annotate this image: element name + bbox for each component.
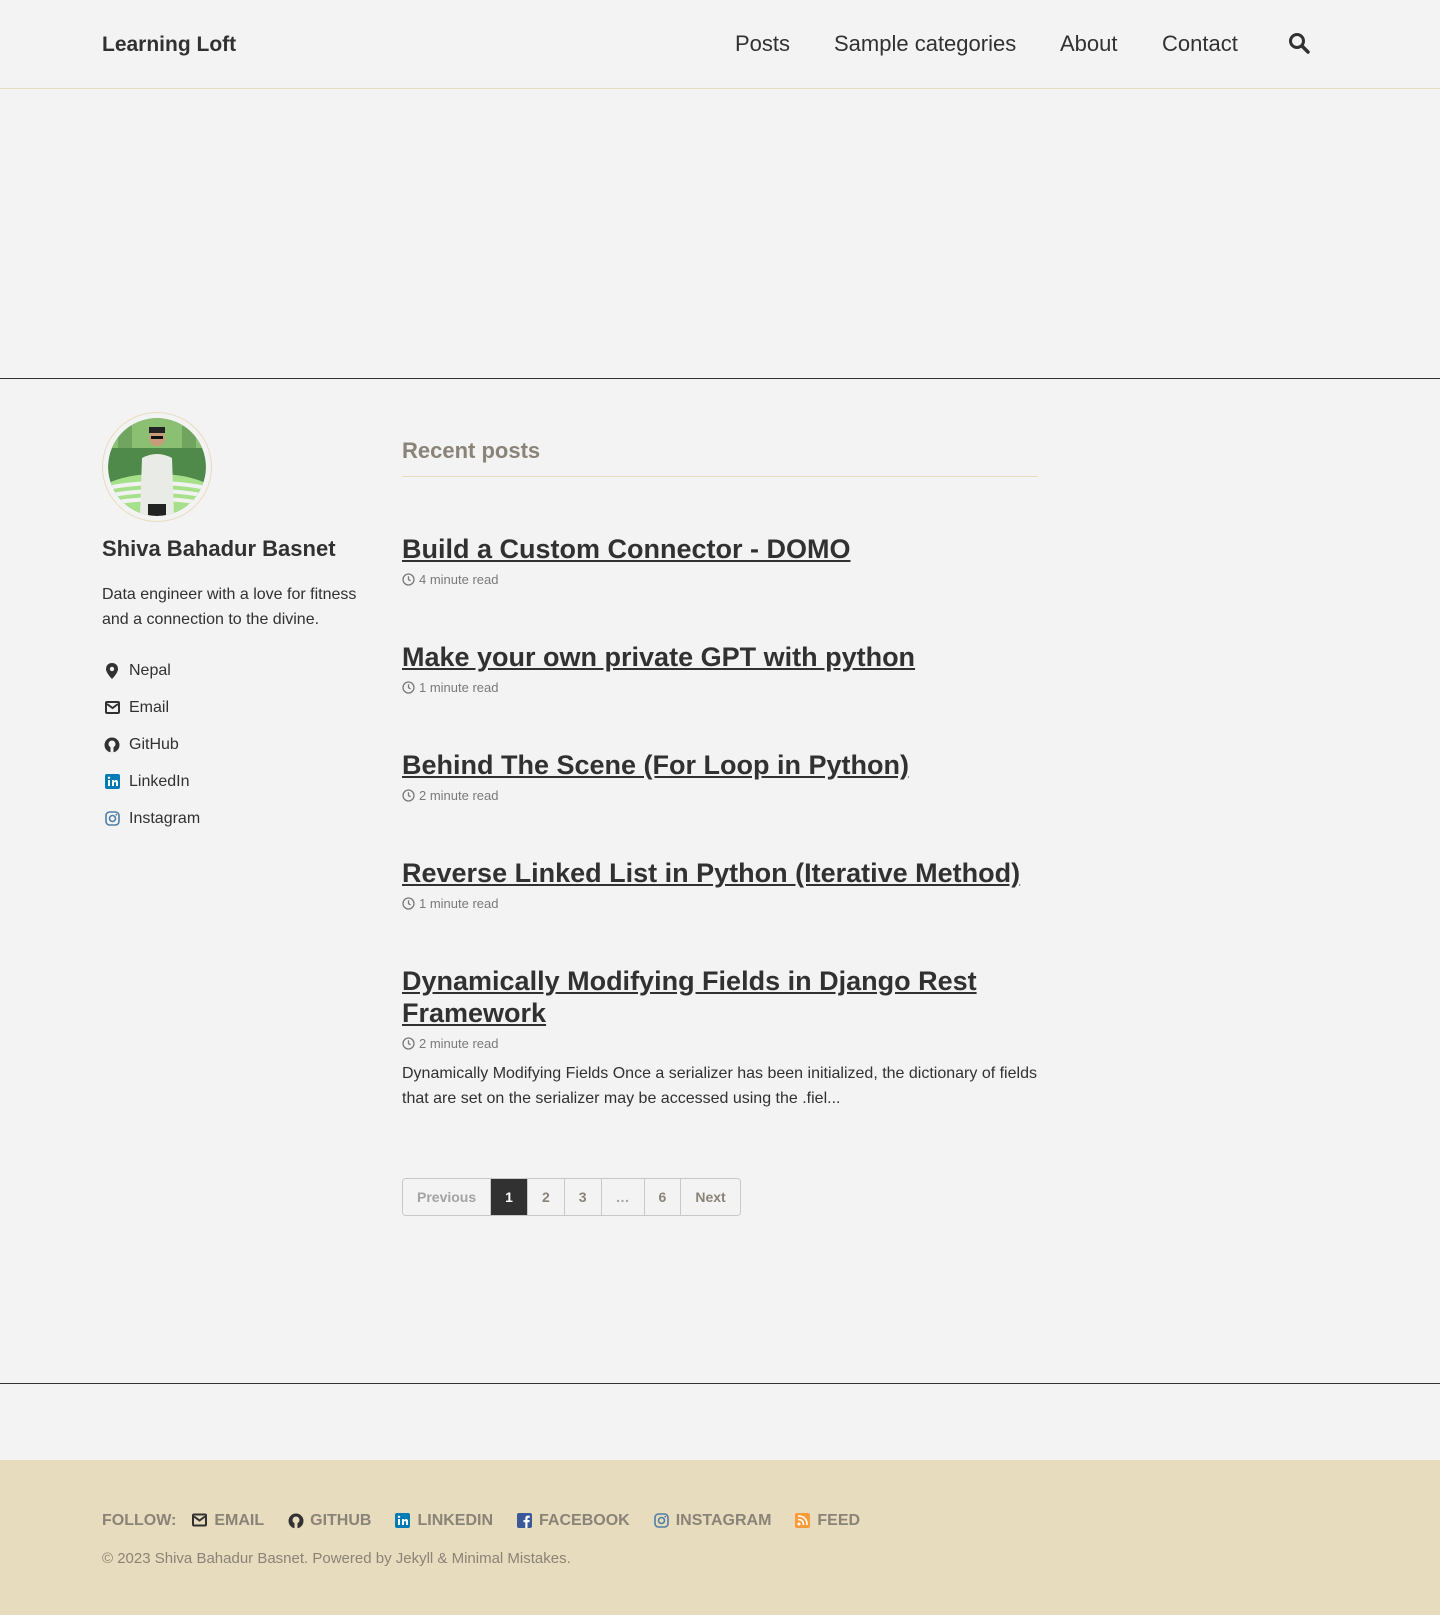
instagram-icon [102,809,122,829]
post-meta: 1 minute read [402,896,1038,911]
post-read-time: 2 minute read [419,788,499,803]
post-title-link[interactable]: Make your own private GPT with python [402,641,1038,673]
author-links: Nepal Email GitHub LinkedIn Instagram [102,652,372,837]
rss-icon [795,1513,811,1529]
post-read-time: 1 minute read [419,896,499,911]
hero-area [0,89,1440,379]
post-read-time: 2 minute read [419,1036,499,1051]
author-link-email[interactable]: Email [102,689,372,726]
nav-item-about[interactable]: About [1060,31,1118,57]
envelope-icon [102,698,122,718]
facebook-icon [517,1513,533,1529]
footer-follow: FOLLOW: EMAIL GITHUB LINKEDIN FACEBOOK I… [102,1512,884,1530]
clock-icon [402,681,415,694]
post-meta: 4 minute read [402,572,1038,587]
footer-link-github-label: GITHUB [310,1512,372,1529]
envelope-icon [192,1513,208,1529]
post-item: Make your own private GPT with python 1 … [402,641,1038,695]
clock-icon [402,789,415,802]
nav-item-posts[interactable]: Posts [735,31,790,57]
footer-link-linkedin-label: LINKEDIN [417,1512,494,1529]
author-link-email-label[interactable]: Email [129,699,169,717]
footer-link-feed[interactable]: FEED [795,1512,860,1530]
section-title: Recent posts [402,438,1038,477]
main-nav: Posts Sample categories About Contact [0,31,1440,61]
linkedin-icon [395,1513,411,1529]
pagination-page-2[interactable]: 2 [527,1179,565,1215]
footer-link-facebook-label: FACEBOOK [539,1512,630,1529]
post-read-time: 1 minute read [419,680,499,695]
post-excerpt: Dynamically Modifying Fields Once a seri… [402,1065,1037,1107]
search-button[interactable] [1285,30,1313,58]
follow-label: FOLLOW: [102,1512,177,1529]
clock-icon [402,573,415,586]
author-link-instagram-label[interactable]: Instagram [129,810,200,828]
linkedin-icon [102,772,122,792]
author-link-github[interactable]: GitHub [102,726,372,763]
pagination: Previous 1 2 3 … 6 Next [402,1178,741,1216]
author-sidebar: Shiva Bahadur Basnet Data engineer with … [102,412,372,837]
post-item: Reverse Linked List in Python (Iterative… [402,857,1038,911]
post-title-link[interactable]: Behind The Scene (For Loop in Python) [402,749,1038,781]
footer-link-email-label: EMAIL [214,1512,265,1529]
author-link-linkedin-label[interactable]: LinkedIn [129,773,190,791]
instagram-icon [653,1513,670,1529]
footer-link-email[interactable]: EMAIL [192,1512,264,1530]
map-marker-icon [102,661,122,681]
pagination-next[interactable]: Next [681,1179,740,1215]
footer-link-feed-label: FEED [817,1512,861,1529]
post-meta: 2 minute read [402,1036,1038,1051]
author-link-github-label[interactable]: GitHub [129,736,179,754]
page-footer: FOLLOW: EMAIL GITHUB LINKEDIN FACEBOOK I… [0,1460,1440,1615]
author-name: Shiva Bahadur Basnet [102,536,336,561]
footer-link-linkedin[interactable]: LINKEDIN [395,1512,493,1530]
footer-link-instagram[interactable]: INSTAGRAM [653,1512,772,1530]
footer-divider [0,1383,1440,1384]
post-title-link[interactable]: Build a Custom Connector - DOMO [402,533,1038,565]
post-meta: 2 minute read [402,788,1038,803]
pagination-previous[interactable]: Previous [403,1179,492,1215]
post-read-time: 4 minute read [419,572,499,587]
avatar [102,412,212,522]
footer-link-github[interactable]: GITHUB [288,1512,371,1530]
post-item: Behind The Scene (For Loop in Python) 2 … [402,749,1038,803]
author-link-instagram[interactable]: Instagram [102,800,372,837]
search-icon [1289,32,1310,54]
author-location: Nepal [102,652,372,689]
pagination-page-6[interactable]: 6 [644,1179,682,1215]
author-photo [108,418,206,516]
post-item: Dynamically Modifying Fields in Django R… [402,965,1038,1111]
nav-item-contact[interactable]: Contact [1162,31,1238,57]
masthead: Learning Loft Posts Sample categories Ab… [0,0,1440,89]
main-content: Recent posts Build a Custom Connector - … [402,438,1038,1216]
author-link-linkedin[interactable]: LinkedIn [102,763,372,800]
pagination-ellipsis: … [601,1179,645,1215]
post-title-link[interactable]: Reverse Linked List in Python (Iterative… [402,857,1038,889]
clock-icon [402,897,415,910]
post-title-link[interactable]: Dynamically Modifying Fields in Django R… [402,965,1038,1029]
author-bio: Data engineer with a love for fitness an… [102,586,357,628]
copyright: © 2023 Shiva Bahadur Basnet. Powered by … [102,1550,571,1567]
post-meta: 1 minute read [402,680,1038,695]
pagination-page-3[interactable]: 3 [564,1179,602,1215]
github-icon [288,1513,304,1529]
footer-link-facebook[interactable]: FACEBOOK [517,1512,630,1530]
nav-item-sample-categories[interactable]: Sample categories [834,31,1016,57]
clock-icon [402,1037,415,1050]
footer-link-instagram-label: INSTAGRAM [675,1512,772,1529]
author-location-label: Nepal [129,661,171,679]
pagination-page-1[interactable]: 1 [491,1179,528,1215]
github-icon [102,735,122,755]
post-item: Build a Custom Connector - DOMO 4 minute… [402,533,1038,587]
